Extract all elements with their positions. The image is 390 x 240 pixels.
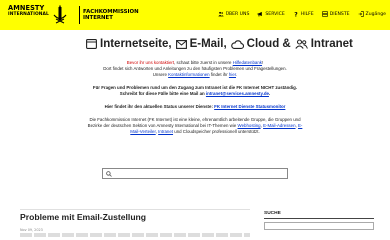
logo-line-1: AMNESTY	[8, 4, 45, 12]
support-text: Schreibt für diese Fälle bitte eine Mail…	[119, 91, 206, 96]
nav-label: Zugänge	[365, 11, 386, 17]
status-text: Hier findet ihr den aktuellen Status uns…	[104, 104, 215, 109]
nav-item-zugaenge[interactable]: Zugänge	[358, 11, 386, 17]
site-header: AMNESTY INTERNATIONAL FACHKOMMISSION INT…	[0, 0, 390, 30]
nav-item-ueber-uns[interactable]: ÜBER UNS	[217, 11, 250, 17]
contact-info-link[interactable]: Kontaktinformationen	[168, 72, 210, 77]
mail-lists-link[interactable]: E-	[298, 123, 302, 128]
main-nav: ÜBER UNS SERVICE ? HILFE DIENSTE Zugänge	[210, 11, 386, 17]
status-monitor-link[interactable]: FK Internet Dienste Statusmonitor	[214, 104, 285, 109]
email-addresses-link[interactable]: E-Mail-Adressen	[263, 123, 295, 128]
sidebar-divider	[264, 218, 374, 219]
status-line: Hier findet ihr den aktuellen Status uns…	[0, 104, 390, 110]
here-link[interactable]: hier	[229, 72, 236, 77]
page-headline: Internetseite, E-Mail, Cloud & Intranet	[86, 38, 357, 50]
nav-item-dienste[interactable]: DIENSTE	[321, 11, 350, 17]
cloud-icon	[230, 39, 244, 49]
support-text: .	[268, 91, 271, 96]
logo-line-2: INTERNATIONAL	[8, 12, 49, 17]
support-line-2: Schreibt für diese Fälle bitte eine Mail…	[0, 91, 390, 97]
about-line-3: Mail-Verteiler, Intranet und Cloudspeich…	[0, 129, 390, 135]
about-text: Bezirke der deutschen Sektion von Amnest…	[87, 123, 238, 128]
users-outline-icon	[295, 39, 308, 49]
intro-text: .	[236, 72, 238, 77]
sidebar-search-title: SUCHE	[264, 211, 281, 216]
server-icon	[321, 11, 328, 17]
main-search-field[interactable]	[102, 168, 288, 188]
nav-label: SERVICE	[265, 11, 285, 17]
blog-post-date: Nov 09, 2023	[20, 228, 43, 232]
help-database-link[interactable]: Hilfedatenbank	[233, 60, 262, 65]
intro-text: findet ihr	[209, 72, 229, 77]
browser-window-icon	[86, 39, 97, 49]
intro-line-3: Unsere Kontaktinformationen findet ihr h…	[0, 72, 390, 78]
mail-lists-link[interactable]: Mail-Verteiler	[130, 129, 155, 134]
login-icon	[358, 11, 364, 17]
svg-text:?: ?	[294, 11, 298, 17]
intranet-link[interactable]: Intranet	[158, 129, 173, 134]
main-content: Internetseite, E-Mail, Cloud & Intranet …	[0, 30, 390, 204]
amnesty-logo[interactable]: AMNESTY INTERNATIONAL	[8, 5, 67, 25]
headline-part-3: Cloud &	[246, 38, 291, 50]
megaphone-icon	[257, 11, 263, 17]
sidebar-search-field[interactable]	[264, 222, 374, 240]
nav-item-hilfe[interactable]: ? HILFE	[293, 11, 314, 17]
org-name[interactable]: FACHKOMMISSION INTERNET	[83, 9, 139, 22]
intro-text: !	[261, 60, 264, 65]
about-text: und Cloudspeicher professionell unterstü…	[173, 129, 260, 134]
org-line-2: INTERNET	[83, 15, 113, 22]
nav-label: DIENSTE	[329, 11, 350, 17]
search-icon	[106, 171, 112, 177]
headline-part-2: E-Mail,	[189, 38, 227, 50]
users-icon	[217, 11, 224, 17]
content-separator	[20, 209, 250, 210]
sidebar-search-input[interactable]	[265, 233, 373, 240]
blog-post-title[interactable]: Probleme mit Email-Zustellung	[20, 212, 146, 222]
nav-label: ÜBER UNS	[225, 11, 250, 17]
webhosting-link[interactable]: Webhosting	[238, 123, 261, 128]
question-icon: ?	[294, 11, 298, 17]
header-divider	[79, 6, 80, 24]
intranet-email-link[interactable]: intranet@services.amnesty.de	[206, 91, 269, 96]
blog-post-excerpt	[20, 233, 250, 237]
headline-part-1: Internetseite,	[100, 38, 172, 50]
headline-part-4: Intranet	[310, 38, 353, 50]
candle-icon	[53, 5, 67, 24]
contact-warning: Bevor ihr uns kontaktiert	[126, 60, 175, 65]
nav-item-service[interactable]: SERVICE	[257, 11, 285, 17]
main-search-input[interactable]	[103, 178, 287, 188]
intro-text: , schaut bitte zuerst in unsere	[174, 60, 233, 65]
intro-text: Unsere	[152, 72, 169, 77]
envelope-icon	[175, 39, 187, 49]
nav-label: HILFE	[300, 11, 314, 17]
